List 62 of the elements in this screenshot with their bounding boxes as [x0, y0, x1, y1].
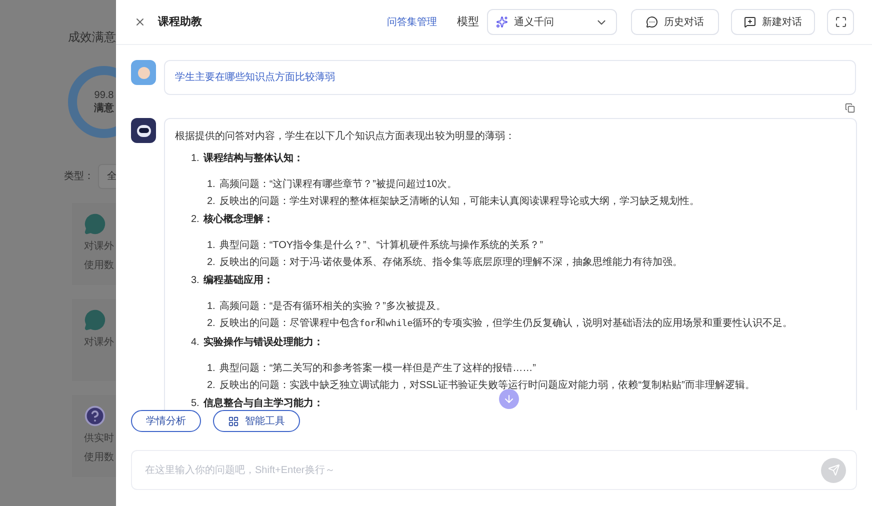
list-marker: 1. — [207, 362, 216, 376]
card-description: 对课外 — [84, 240, 115, 254]
list-marker: 2. — [207, 195, 216, 209]
model-select[interactable]: 通义千问 — [487, 9, 617, 35]
answer-intro: 根据提供的问答对内容，学生在以下几个知识点方面表现出较为明显的薄弱： — [175, 130, 516, 144]
close-icon[interactable] — [134, 16, 146, 28]
arrow-down-icon — [503, 393, 515, 405]
list-item-text: 典型问题：“TOY指令集是什么？”、“计算机硬件系统与操作系统的关系？” — [219, 238, 544, 253]
model-logo-icon — [496, 16, 508, 28]
list-item-text: 反映出的问题：学生对课程的整体框架缺乏清晰的认知，可能未认真阅读课程导论或大纲，学习缺乏规划性。 — [219, 194, 700, 209]
question-bubble-icon — [84, 405, 106, 427]
section-heading: 课程结构与整体认知： — [203, 152, 304, 166]
list-marker: 2. — [207, 256, 216, 270]
donut-value: 99.8 — [94, 89, 114, 102]
history-button[interactable]: 历史对话 — [631, 9, 719, 35]
list-item-text: 反映出的问题：尽管课程中包含for和while循环的专项实验，但学生仍反复确认，说明对基础语法的应用场景和重要性认识不足。 — [219, 316, 793, 331]
grid-icon — [228, 416, 239, 426]
quick-action-button[interactable]: 学情分析 — [131, 410, 201, 432]
list-marker: 2. — [207, 379, 216, 393]
list-marker: 1. — [207, 239, 216, 253]
list-marker: 1. — [191, 152, 200, 166]
list-marker: 3. — [191, 274, 200, 288]
new-chat-button[interactable]: 新建对话 — [731, 9, 815, 35]
model-label: 模型 — [457, 14, 479, 30]
section-heading: 编程基础应用： — [203, 273, 274, 288]
list-item-text: 反映出的问题：实践中缺乏独立调试能力，对SSL证书验证失败等运行时问题应对能力弱，依赖“复制粘贴”而非理解逻辑。 — [219, 378, 755, 393]
list-marker: 2. — [191, 213, 200, 227]
section-heading: 信息整合与自主学习能力： — [203, 396, 324, 410]
usage-count: 使用数 — [84, 451, 115, 465]
section-title: 成效满意 — [68, 29, 116, 46]
copy-icon[interactable] — [845, 103, 855, 113]
section-heading: 实验操作与错误处理能力： — [203, 335, 324, 350]
drawer-title: 课程助教 — [158, 14, 202, 30]
fullscreen-icon — [834, 16, 846, 28]
list-marker: 5. — [191, 397, 200, 410]
usage-count: 使用数 — [84, 259, 115, 273]
card-description: 供实时 — [84, 432, 115, 446]
send-icon — [828, 464, 840, 476]
list-item-text: 高频问题：“是否有循环相关的实验？”多次被提及。 — [219, 300, 446, 314]
chat-input-box[interactable]: 在这里输入你的问题吧，Shift+Enter换行～ — [131, 450, 857, 490]
list-item-text: 反映出的问题：对于冯·诺依曼体系、存储系统、指令集等底层原理的理解不深，抽象思维能力有待加强。 — [219, 256, 683, 270]
filter-label: 类型： — [64, 170, 94, 184]
list-marker: 4. — [191, 336, 200, 350]
new-chat-icon — [744, 16, 756, 28]
chat-bubble-icon — [84, 309, 106, 331]
section-heading: 核心概念理解： — [203, 212, 274, 227]
user-avatar — [131, 60, 156, 85]
list-marker: 2. — [207, 317, 216, 331]
user-message: 学生主要在哪些知识点方面比较薄弱 — [164, 60, 856, 95]
list-marker: 1. — [207, 178, 216, 192]
list-marker: 1. — [207, 300, 216, 314]
quick-action-button[interactable]: 智能工具 — [213, 410, 300, 432]
chat-history-icon — [646, 16, 658, 28]
chat-input[interactable]: 在这里输入你的问题吧，Shift+Enter换行～ — [145, 462, 821, 478]
assistant-avatar — [131, 118, 156, 143]
card-description: 对课外 — [84, 336, 115, 350]
chat-bubble-icon — [84, 213, 106, 235]
list-item-text: 典型问题：“第二关写的和参考答案一模一样但是产生了这样的报错……” — [219, 362, 536, 376]
fullscreen-button[interactable] — [827, 9, 854, 35]
list-item-text: 高频问题：“这门课程有哪些章节？”被提问超过10次。 — [219, 178, 458, 192]
qa-management-link[interactable]: 问答集管理 — [387, 14, 437, 30]
donut-label: 满意 — [94, 102, 114, 115]
